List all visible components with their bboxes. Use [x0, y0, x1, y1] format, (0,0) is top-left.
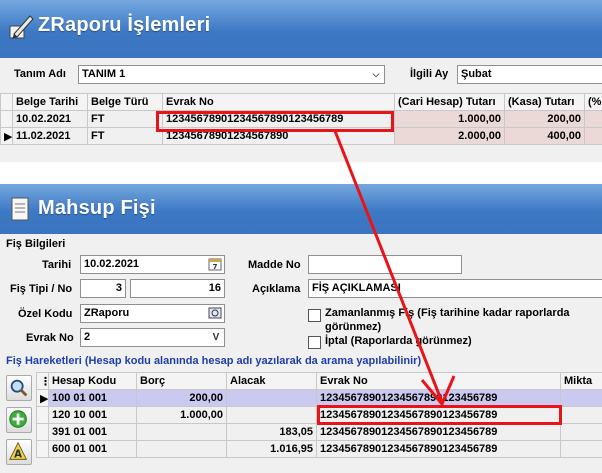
cell-borc[interactable]: 200,00	[136, 389, 227, 407]
chevron-down-icon[interactable]: ⌵	[369, 67, 383, 82]
aciklama-field[interactable]: FİŞ AÇIKLAMASI	[308, 279, 602, 298]
cell-alacak[interactable]: 183,05	[226, 423, 317, 441]
mahsup-title: Mahsup Fişi	[38, 197, 156, 219]
font-button[interactable]: A	[6, 439, 32, 465]
fis-hareketleri-label: Fiş Hareketleri (Hesap kodu alanında hes…	[6, 355, 422, 367]
cell-tarih[interactable]: 11.02.2021	[12, 127, 88, 145]
tarih-label: Tarihi	[42, 259, 72, 271]
col-miktar[interactable]: Mikta	[560, 372, 602, 390]
cell-tur[interactable]: FT	[87, 110, 163, 128]
table-row[interactable]: 391 01 001 183,05 1234567890123456789012…	[36, 423, 602, 441]
fis-tipi-field[interactable]: 3	[80, 279, 126, 298]
fis-bilgileri-label: Fiş Bilgileri	[6, 238, 66, 250]
col-evrak-no[interactable]: Evrak No	[316, 372, 561, 390]
font-icon: A	[9, 441, 28, 461]
row-indicator-icon: ▶	[0, 127, 13, 145]
col-borc[interactable]: Borç	[136, 372, 227, 390]
ay-label: İlgili Ay	[410, 68, 449, 80]
cell-borc[interactable]	[136, 423, 227, 441]
chevron-down-icon[interactable]: V	[209, 330, 223, 345]
ozel-kod-label: Özel Kodu	[18, 308, 73, 320]
cell-hesap[interactable]: 120 10 001	[48, 406, 137, 424]
cell-evrak[interactable]: 12345678901234567890123456789	[316, 423, 561, 441]
tarih-field[interactable]: 10.02.2021 7	[80, 255, 225, 274]
pen-icon	[9, 15, 34, 39]
svg-text:7: 7	[213, 263, 218, 271]
ay-select[interactable]: Şubat	[457, 65, 602, 84]
cell-hesap[interactable]: 391 01 001	[48, 423, 137, 441]
cell-tarih[interactable]: 10.02.2021	[12, 110, 88, 128]
svg-text:A: A	[14, 450, 22, 461]
mahsup-panel: Fiş Bilgileri Tarihi 10.02.2021 7 Fiş Ti…	[0, 234, 602, 473]
zamanlanmis-checkbox[interactable]	[308, 309, 321, 322]
mahsup-titlebar: Mahsup Fişi	[0, 184, 602, 234]
cell-hesap[interactable]: 100 01 001	[48, 389, 137, 407]
lookup-icon[interactable]	[208, 306, 222, 320]
tanim-value: TANIM 1	[82, 68, 126, 80]
search-button[interactable]	[6, 375, 32, 401]
evrak-no-label: Evrak No	[26, 332, 74, 344]
document-icon	[11, 197, 29, 221]
col-hesap-kodu[interactable]: Hesap Kodu	[48, 372, 137, 390]
madde-no-field[interactable]	[308, 255, 462, 274]
cell-alacak[interactable]: 1.016,95	[226, 440, 317, 458]
cell-alacak[interactable]	[226, 389, 317, 407]
fis-no-field[interactable]: 16	[130, 279, 225, 298]
cell-borc[interactable]: 1.000,00	[136, 406, 227, 424]
iptal-label: İptal (Raporlarda görünmez)	[325, 335, 472, 347]
add-button[interactable]	[6, 407, 32, 433]
col-belge-tarihi[interactable]: Belge Tarihi	[12, 93, 88, 111]
zamanlanmis-label: Zamanlanmış Fiş (Fiş tarihine kadar rapo…	[325, 307, 570, 333]
evrak-no-select[interactable]: 2 V	[80, 328, 225, 347]
cell-cari[interactable]: 2.000,00	[394, 127, 505, 145]
col-evrak-no[interactable]: Evrak No	[162, 93, 395, 111]
column-options-icon[interactable]: ⋮	[36, 372, 49, 390]
table-row[interactable]: ▶ 100 01 001 200,00 12345678901234567890…	[36, 389, 602, 407]
highlight-box-source	[156, 111, 394, 132]
calendar-icon[interactable]: 7	[208, 257, 222, 271]
ay-value: Şubat	[461, 68, 492, 80]
hareket-header-row: ⋮ Hesap Kodu Borç Alacak Evrak No Mikta	[36, 372, 602, 390]
cell-evrak[interactable]: 12345678901234567890123456789	[316, 389, 561, 407]
zraporu-titlebar: ZRaporu İşlemleri	[0, 0, 602, 58]
ozel-kod-field[interactable]: ZRaporu	[80, 304, 225, 323]
cell-evrak[interactable]: 12345678901234567890123456789	[316, 440, 561, 458]
iptal-checkbox[interactable]	[308, 336, 321, 349]
cell-borc[interactable]	[136, 440, 227, 458]
col-cari-tutar[interactable]: (Cari Hesap) Tutarı	[394, 93, 505, 111]
cell-tur[interactable]: FT	[87, 127, 163, 145]
cell-hesap[interactable]: 600 01 001	[48, 440, 137, 458]
zraporu-header-row: Belge Tarihi Belge Türü Evrak No (Cari H…	[0, 93, 602, 111]
cell-alacak[interactable]	[226, 406, 317, 424]
table-row[interactable]: 600 01 001 1.016,95 12345678901234567890…	[36, 440, 602, 458]
highlight-box-target	[317, 405, 562, 425]
tanim-label: Tanım Adı	[14, 68, 66, 80]
zraporu-title: ZRaporu İşlemleri	[38, 14, 211, 36]
tanim-select[interactable]: TANIM 1 ⌵	[78, 65, 385, 84]
madde-no-label: Madde No	[248, 259, 301, 271]
zraporu-panel: Tanım Adı TANIM 1 ⌵ İlgili Ay Şubat Belg…	[0, 58, 602, 162]
row-indicator-icon: ▶	[36, 389, 49, 407]
cell-cari[interactable]: 1.000,00	[394, 110, 505, 128]
plus-icon	[9, 410, 27, 428]
fis-tipi-label: Fiş Tipi / No	[10, 283, 73, 295]
aciklama-label: Açıklama	[252, 283, 301, 295]
col-belge-turu[interactable]: Belge Türü	[87, 93, 163, 111]
col-kasa-tutar[interactable]: (Kasa) Tutarı	[504, 93, 585, 111]
cell-kasa[interactable]: 200,00	[504, 110, 585, 128]
col-alacak[interactable]: Alacak	[226, 372, 317, 390]
search-icon	[10, 379, 28, 397]
col-percent[interactable]: (%	[584, 93, 602, 111]
cell-kasa[interactable]: 400,00	[504, 127, 585, 145]
